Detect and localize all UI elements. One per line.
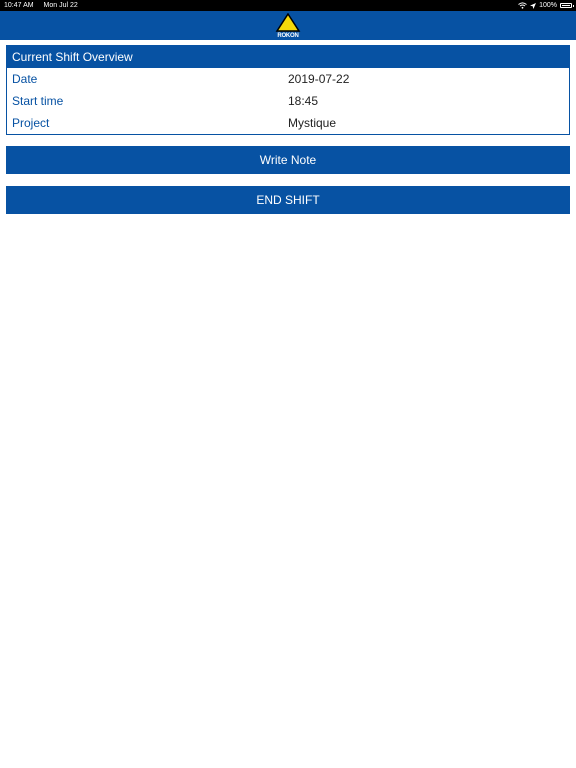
wifi-icon — [518, 2, 527, 9]
battery-icon — [560, 3, 574, 8]
location-arrow-icon — [530, 2, 537, 9]
start-time-value: 18:45 — [288, 94, 319, 108]
date-label: Date — [12, 72, 38, 86]
status-time: 10:47 AM — [4, 2, 34, 9]
overview-row-date: Date 2019-07-22 — [7, 68, 569, 90]
status-left: 10:47 AM Mon Jul 22 — [4, 0, 86, 11]
end-shift-button[interactable]: END SHIFT — [6, 186, 570, 214]
logo-triangle-icon — [275, 13, 301, 32]
project-label: Project — [12, 116, 50, 130]
start-time-label: Start time — [12, 94, 64, 108]
nav-bar: ROKON — [0, 11, 576, 40]
overview-row-start-time: Start time 18:45 — [7, 90, 569, 112]
overview-title: Current Shift Overview — [7, 46, 569, 68]
write-note-button[interactable]: Write Note — [6, 146, 570, 174]
status-right: 100% — [518, 0, 574, 11]
logo-text: ROKON — [277, 33, 299, 39]
shift-overview-panel: Current Shift Overview Date 2019-07-22 S… — [6, 45, 570, 135]
date-value: 2019-07-22 — [288, 72, 350, 86]
status-date: Mon Jul 22 — [43, 2, 78, 9]
project-value: Mystique — [288, 116, 337, 130]
rokon-logo: ROKON — [274, 13, 302, 39]
battery-percent: 100% — [539, 2, 557, 9]
status-bar: 10:47 AM Mon Jul 22 100% — [0, 0, 576, 11]
overview-row-project: Project Mystique — [7, 112, 569, 134]
